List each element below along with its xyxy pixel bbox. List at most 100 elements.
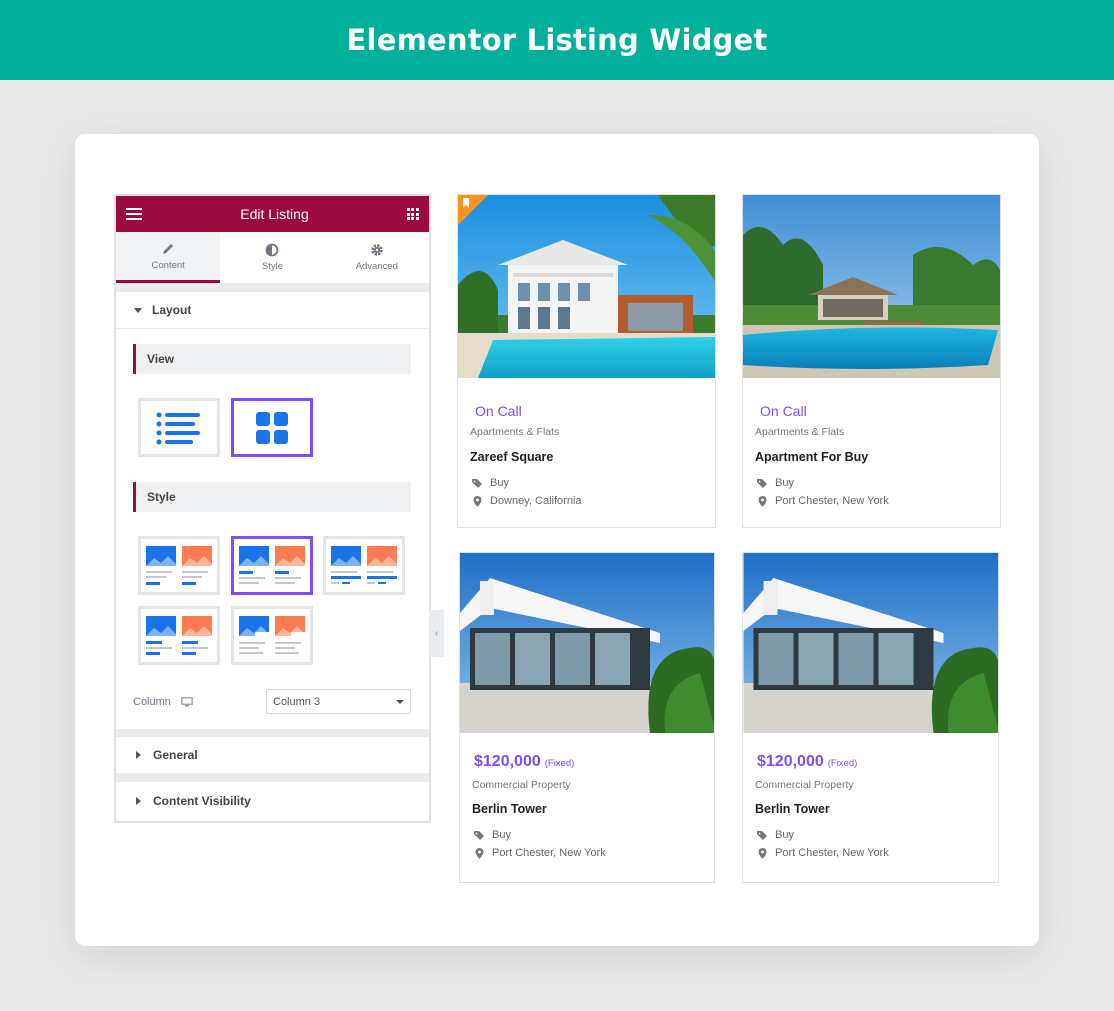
- card-style-5-icon: [239, 615, 305, 654]
- tab-content[interactable]: Content: [116, 232, 221, 283]
- listing-type: Buy: [474, 829, 511, 841]
- tags-icon: [757, 478, 767, 488]
- listing-type-label: Buy: [490, 477, 509, 489]
- pencil-icon: [163, 243, 174, 254]
- listing-type: Buy: [472, 477, 509, 489]
- listing-location-label: Downey, California: [490, 495, 582, 507]
- card-style-3-icon: [331, 545, 397, 584]
- section-general[interactable]: General: [116, 737, 429, 774]
- grid-view-icon: [256, 411, 288, 444]
- section-layout[interactable]: Layout: [116, 292, 429, 329]
- map-pin-icon: [473, 495, 482, 507]
- listing-location: Port Chester, New York: [757, 495, 889, 507]
- listing-card[interactable]: $120,000 (Fixed) Commercial Property Berl…: [459, 552, 715, 883]
- gear-icon: [371, 244, 383, 256]
- style-option-5[interactable]: [231, 606, 313, 665]
- edit-listing-panel: Edit Listing Content Style Advanced Layo…: [114, 194, 431, 823]
- listing-title[interactable]: Zareef Square: [470, 450, 553, 464]
- listing-price-note: (Fixed): [544, 758, 575, 769]
- tags-icon: [472, 478, 482, 488]
- listing-price: $120,000 (Fixed): [474, 753, 574, 771]
- tags-icon: [757, 830, 767, 840]
- list-view-icon: [156, 412, 200, 444]
- map-pin-icon: [758, 847, 767, 859]
- style-option-3[interactable]: [323, 536, 405, 595]
- view-subheading: View: [133, 344, 411, 374]
- section-layout-label: Layout: [152, 303, 192, 317]
- listing-image[interactable]: [458, 195, 715, 378]
- map-pin-icon: [475, 847, 484, 859]
- listing-status: On Call: [475, 403, 522, 419]
- tab-style[interactable]: Style: [220, 232, 324, 283]
- desktop-icon[interactable]: [181, 696, 193, 707]
- style-subheading: Style: [133, 482, 411, 512]
- hamburger-icon[interactable]: [126, 208, 142, 220]
- listing-location-label: Port Chester, New York: [775, 847, 889, 859]
- panel-header: Edit Listing: [116, 196, 429, 232]
- panel-title: Edit Listing: [240, 206, 309, 222]
- panel-tabs: Content Style Advanced: [116, 232, 429, 284]
- tab-advanced-label: Advanced: [355, 261, 398, 272]
- listing-status: On Call: [760, 403, 807, 419]
- listing-type: Buy: [757, 477, 794, 489]
- listing-location-label: Port Chester, New York: [775, 495, 889, 507]
- tags-icon: [474, 830, 484, 840]
- listing-type-label: Buy: [775, 829, 794, 841]
- listing-category: Commercial Property: [755, 779, 854, 791]
- map-pin-icon: [758, 495, 767, 507]
- listing-category: Commercial Property: [472, 779, 571, 791]
- tab-advanced[interactable]: Advanced: [325, 232, 429, 283]
- column-select[interactable]: Column 3: [266, 689, 411, 714]
- column-select-value: Column 3: [273, 695, 321, 708]
- listing-type: Buy: [757, 829, 794, 841]
- caret-down-icon: [134, 307, 142, 313]
- listing-price-note: (Fixed): [827, 758, 858, 769]
- column-control: Column Column 3: [133, 689, 411, 714]
- style-option-1[interactable]: [138, 536, 220, 595]
- listing-location: Port Chester, New York: [757, 847, 889, 859]
- bookmark-icon: [463, 198, 469, 208]
- banner: Elementor Listing Widget: [0, 0, 1114, 80]
- style-option-2[interactable]: [231, 536, 313, 595]
- listing-location: Downey, California: [472, 495, 582, 507]
- caret-right-icon: [136, 796, 141, 805]
- listing-category: Apartments & Flats: [470, 426, 560, 438]
- section-general-label: General: [153, 748, 198, 762]
- banner-title: Elementor Listing Widget: [346, 23, 768, 57]
- listing-card[interactable]: On Call Apartments & Flats Apartment For…: [742, 194, 1001, 528]
- collapse-panel-handle[interactable]: ‹: [429, 610, 444, 657]
- card-style-1-icon: [146, 545, 212, 585]
- style-option-4[interactable]: [138, 606, 220, 665]
- listing-card[interactable]: On Call Apartments & Flats Zareef Square…: [457, 194, 716, 528]
- caret-right-icon: [136, 751, 141, 759]
- listing-image[interactable]: [743, 195, 1000, 378]
- view-grid-option[interactable]: [231, 398, 313, 457]
- showcase-card: Edit Listing Content Style Advanced Layo…: [75, 134, 1039, 946]
- chevron-down-icon: [396, 699, 404, 704]
- section-content-visibility-label: Content Visibility: [153, 793, 251, 808]
- listing-title[interactable]: Berlin Tower: [472, 802, 547, 816]
- listing-category: Apartments & Flats: [755, 426, 845, 438]
- section-content-visibility[interactable]: Content Visibility: [116, 782, 429, 819]
- listing-price: $120,000 (Fixed): [757, 753, 857, 771]
- chevron-left-icon: ‹: [434, 628, 439, 639]
- tab-style-label: Style: [261, 261, 284, 272]
- listing-location-label: Port Chester, New York: [492, 847, 606, 859]
- listing-image[interactable]: [460, 553, 714, 733]
- listing-location: Port Chester, New York: [474, 847, 606, 859]
- listing-price-value: $120,000: [474, 753, 541, 770]
- listing-image[interactable]: [743, 553, 998, 733]
- listing-type-label: Buy: [775, 477, 794, 489]
- listing-title[interactable]: Berlin Tower: [755, 802, 830, 816]
- column-label: Column: [133, 695, 171, 708]
- listing-card[interactable]: $120,000 (Fixed) Commercial Property Berl…: [742, 552, 999, 883]
- apps-grid-icon[interactable]: [406, 208, 419, 220]
- tab-content-label: Content: [151, 259, 185, 271]
- listing-price-value: $120,000: [757, 753, 824, 770]
- listing-type-label: Buy: [492, 829, 511, 841]
- listing-title[interactable]: Apartment For Buy: [755, 450, 868, 464]
- half-circle-icon: [266, 243, 279, 257]
- view-list-option[interactable]: [138, 398, 220, 457]
- card-style-4-icon: [146, 615, 212, 655]
- card-style-2-icon: [239, 545, 305, 584]
